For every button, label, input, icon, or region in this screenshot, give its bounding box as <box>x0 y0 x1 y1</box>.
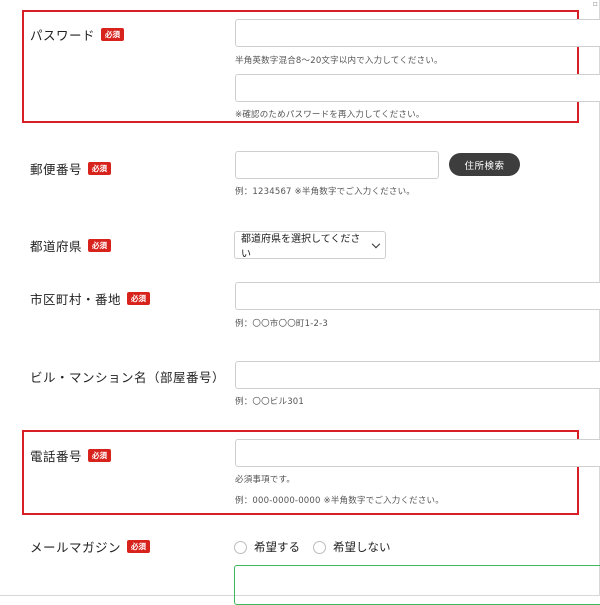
newsletter-option-yes[interactable]: 希望する <box>234 539 300 555</box>
postal-label: 郵便番号 必須 <box>30 159 112 178</box>
postal-hint: 例：1234567 ※半角数字でご入力ください。 <box>235 187 415 197</box>
postal-label-text: 郵便番号 <box>30 162 83 177</box>
phone-hint-example: 例：000-0000-0000 ※半角数字でご入力ください。 <box>235 496 444 506</box>
phone-hint-required: 必須事項です。 <box>235 475 296 485</box>
password-hint: 半角英数字混合8～20文字以内で入力してください。 <box>235 56 443 66</box>
building-label-text: ビル・マンション名（部屋番号） <box>30 370 226 385</box>
postal-code-input[interactable] <box>235 151 439 179</box>
address-search-button[interactable]: 住所検索 <box>449 153 520 176</box>
required-badge: 必須 <box>101 28 125 41</box>
required-badge: 必須 <box>127 540 151 553</box>
radio-button[interactable] <box>313 540 326 554</box>
city-address-input[interactable] <box>235 282 600 310</box>
city-label-text: 市区町村・番地 <box>30 292 122 307</box>
building-label: ビル・マンション名（部屋番号） <box>30 367 225 386</box>
building-hint: 例：〇〇ビル301 <box>235 397 305 407</box>
password-confirm-input[interactable] <box>235 74 600 102</box>
password-label: パスワード 必須 <box>30 25 125 44</box>
window-restore-icon[interactable]: ▫ <box>593 0 598 8</box>
phone-label: 電話番号 必須 <box>30 446 112 465</box>
newsletter-info-box <box>234 565 600 605</box>
password-confirm-hint: ※確認のためパスワードを再入力してください。 <box>235 110 425 120</box>
newsletter-label-text: メールマガジン <box>30 540 122 555</box>
phone-input[interactable] <box>235 439 600 467</box>
prefecture-select[interactable]: 都道府県を選択してください <box>234 231 386 260</box>
required-badge: 必須 <box>127 292 151 305</box>
required-badge: 必須 <box>88 162 112 175</box>
newsletter-option-no[interactable]: 希望しない <box>313 539 391 555</box>
required-badge: 必須 <box>88 449 112 462</box>
newsletter-option-no-label: 希望しない <box>333 540 391 554</box>
city-hint: 例：〇〇市〇〇町1-2-3 <box>235 319 328 329</box>
newsletter-label: メールマガジン 必須 <box>30 537 151 556</box>
city-label: 市区町村・番地 必須 <box>30 289 151 308</box>
newsletter-option-yes-label: 希望する <box>254 540 300 554</box>
building-input[interactable] <box>235 361 600 389</box>
prefecture-label-text: 都道府県 <box>30 239 83 254</box>
password-input[interactable] <box>235 19 600 47</box>
prefecture-label: 都道府県 必須 <box>30 236 112 255</box>
radio-button[interactable] <box>234 540 247 554</box>
required-badge: 必須 <box>88 239 112 252</box>
phone-label-text: 電話番号 <box>30 449 83 464</box>
password-label-text: パスワード <box>30 28 96 43</box>
prefecture-select-value: 都道府県を選択してください <box>241 234 361 260</box>
chevron-down-icon <box>371 239 381 248</box>
